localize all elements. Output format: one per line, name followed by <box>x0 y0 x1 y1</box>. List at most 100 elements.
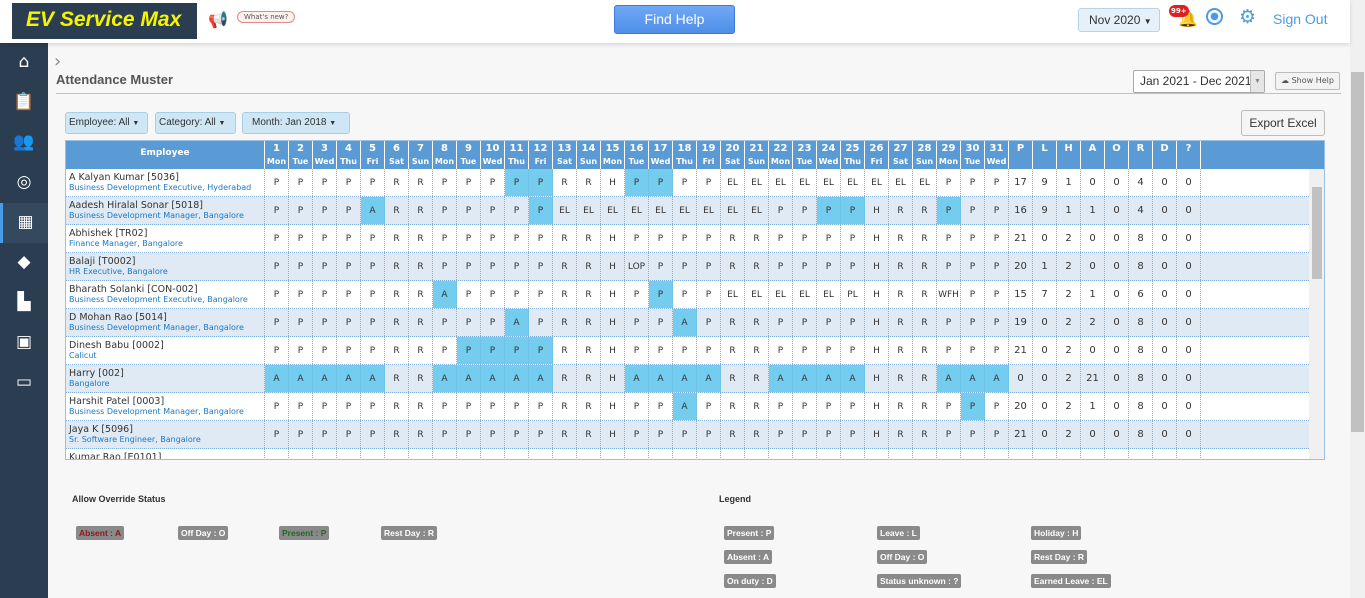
attendance-cell[interactable]: P <box>769 421 793 448</box>
export-excel-button[interactable]: Export Excel <box>1241 110 1325 136</box>
attendance-cell[interactable] <box>697 449 721 459</box>
attendance-cell[interactable]: P <box>289 253 313 280</box>
attendance-cell[interactable]: R <box>553 421 577 448</box>
attendance-cell[interactable]: P <box>337 225 361 252</box>
attendance-cell[interactable]: EL <box>577 197 601 224</box>
attendance-cell[interactable] <box>673 449 697 459</box>
attendance-cell[interactable] <box>289 449 313 459</box>
attendance-cell[interactable]: P <box>697 421 721 448</box>
employee-cell[interactable]: D Mohan Rao [5014] Business Development M… <box>66 309 265 336</box>
attendance-cell[interactable]: A <box>337 365 361 392</box>
attendance-cell[interactable]: P <box>433 197 457 224</box>
attendance-cell[interactable]: R <box>385 365 409 392</box>
attendance-cell[interactable]: R <box>889 253 913 280</box>
attendance-cell[interactable] <box>625 449 649 459</box>
attendance-cell[interactable]: R <box>553 225 577 252</box>
attendance-cell[interactable]: R <box>553 337 577 364</box>
attendance-cell[interactable]: A <box>985 365 1009 392</box>
attendance-cell[interactable]: R <box>745 421 769 448</box>
attendance-cell[interactable]: H <box>865 421 889 448</box>
attendance-cell[interactable]: R <box>745 225 769 252</box>
report-icon[interactable]: ▙ <box>0 283 48 323</box>
category-filter[interactable]: Category: All ▼ <box>155 112 236 134</box>
attendance-cell[interactable]: R <box>745 253 769 280</box>
money-icon[interactable]: ▣ <box>0 323 48 363</box>
attendance-cell[interactable]: P <box>985 421 1009 448</box>
attendance-cell[interactable]: R <box>385 281 409 308</box>
attendance-cell[interactable]: P <box>649 393 673 420</box>
attendance-cell[interactable]: P <box>961 253 985 280</box>
megaphone-icon[interactable]: 📢 <box>208 10 228 29</box>
attendance-cell[interactable]: R <box>913 197 937 224</box>
attendance-cell[interactable]: P <box>433 309 457 336</box>
attendance-cell[interactable]: H <box>865 365 889 392</box>
attendance-cell[interactable]: H <box>601 169 625 196</box>
attendance-cell[interactable]: R <box>889 365 913 392</box>
attendance-cell[interactable] <box>337 449 361 459</box>
attendance-cell[interactable]: P <box>793 393 817 420</box>
attendance-cell[interactable]: P <box>985 169 1009 196</box>
attendance-cell[interactable]: EL <box>553 197 577 224</box>
attendance-cell[interactable]: R <box>409 421 433 448</box>
attendance-cell[interactable]: P <box>337 337 361 364</box>
attendance-cell[interactable] <box>961 449 985 459</box>
attendance-cell[interactable]: P <box>673 421 697 448</box>
attendance-cell[interactable]: P <box>481 225 505 252</box>
attendance-cell[interactable]: P <box>841 421 865 448</box>
gear-icon[interactable]: ⚙ <box>1239 6 1256 28</box>
attendance-cell[interactable]: P <box>697 309 721 336</box>
attendance-cell[interactable]: P <box>937 309 961 336</box>
attendance-cell[interactable]: P <box>937 169 961 196</box>
attendance-cell[interactable]: P <box>481 197 505 224</box>
attendance-cell[interactable]: P <box>937 337 961 364</box>
attendance-cell[interactable]: P <box>361 225 385 252</box>
attendance-cell[interactable]: P <box>769 197 793 224</box>
attendance-cell[interactable]: P <box>265 281 289 308</box>
attendance-cell[interactable]: P <box>985 225 1009 252</box>
attendance-cell[interactable]: P <box>529 169 553 196</box>
attendance-cell[interactable]: P <box>433 253 457 280</box>
attendance-cell[interactable]: P <box>313 421 337 448</box>
attendance-cell[interactable]: H <box>601 393 625 420</box>
attendance-cell[interactable]: EL <box>793 169 817 196</box>
attendance-cell[interactable]: P <box>481 253 505 280</box>
attendance-cell[interactable]: R <box>889 281 913 308</box>
attendance-cell[interactable]: H <box>601 253 625 280</box>
attendance-cell[interactable]: A <box>361 197 385 224</box>
employee-name[interactable]: Jaya K [5096] <box>69 424 264 435</box>
attendance-cell[interactable]: P <box>961 337 985 364</box>
attendance-cell[interactable]: A <box>793 365 817 392</box>
override-status-2[interactable]: Present : P <box>279 526 330 540</box>
attendance-cell[interactable]: P <box>457 421 481 448</box>
attendance-cell[interactable]: P <box>289 337 313 364</box>
attendance-cell[interactable] <box>649 449 673 459</box>
attendance-cell[interactable]: P <box>457 225 481 252</box>
attendance-cell[interactable]: P <box>265 169 289 196</box>
attendance-cell[interactable]: R <box>409 169 433 196</box>
attendance-cell[interactable]: P <box>529 337 553 364</box>
attendance-cell[interactable]: A <box>505 365 529 392</box>
attendance-cell[interactable]: P <box>961 309 985 336</box>
attendance-cell[interactable]: P <box>841 197 865 224</box>
attendance-cell[interactable]: R <box>553 393 577 420</box>
attendance-cell[interactable]: P <box>961 393 985 420</box>
attendance-cell[interactable]: EL <box>865 169 889 196</box>
attendance-cell[interactable]: P <box>769 309 793 336</box>
attendance-cell[interactable]: P <box>937 253 961 280</box>
attendance-cell[interactable]: R <box>889 225 913 252</box>
attendance-cell[interactable]: P <box>457 393 481 420</box>
attendance-cell[interactable] <box>529 449 553 459</box>
attendance-cell[interactable]: P <box>673 281 697 308</box>
employee-name[interactable]: A Kalyan Kumar [5036] <box>69 172 264 183</box>
attendance-cell[interactable]: R <box>577 225 601 252</box>
attendance-cell[interactable]: P <box>961 281 985 308</box>
attendance-cell[interactable]: R <box>745 393 769 420</box>
attendance-cell[interactable]: R <box>409 309 433 336</box>
attendance-cell[interactable]: R <box>385 421 409 448</box>
employee-name[interactable]: Balaji [T0002] <box>69 256 264 267</box>
attendance-cell[interactable]: P <box>265 337 289 364</box>
attendance-cell[interactable]: EL <box>673 197 697 224</box>
attendance-cell[interactable]: P <box>673 253 697 280</box>
attendance-cell[interactable] <box>745 449 769 459</box>
attendance-cell[interactable]: P <box>529 281 553 308</box>
